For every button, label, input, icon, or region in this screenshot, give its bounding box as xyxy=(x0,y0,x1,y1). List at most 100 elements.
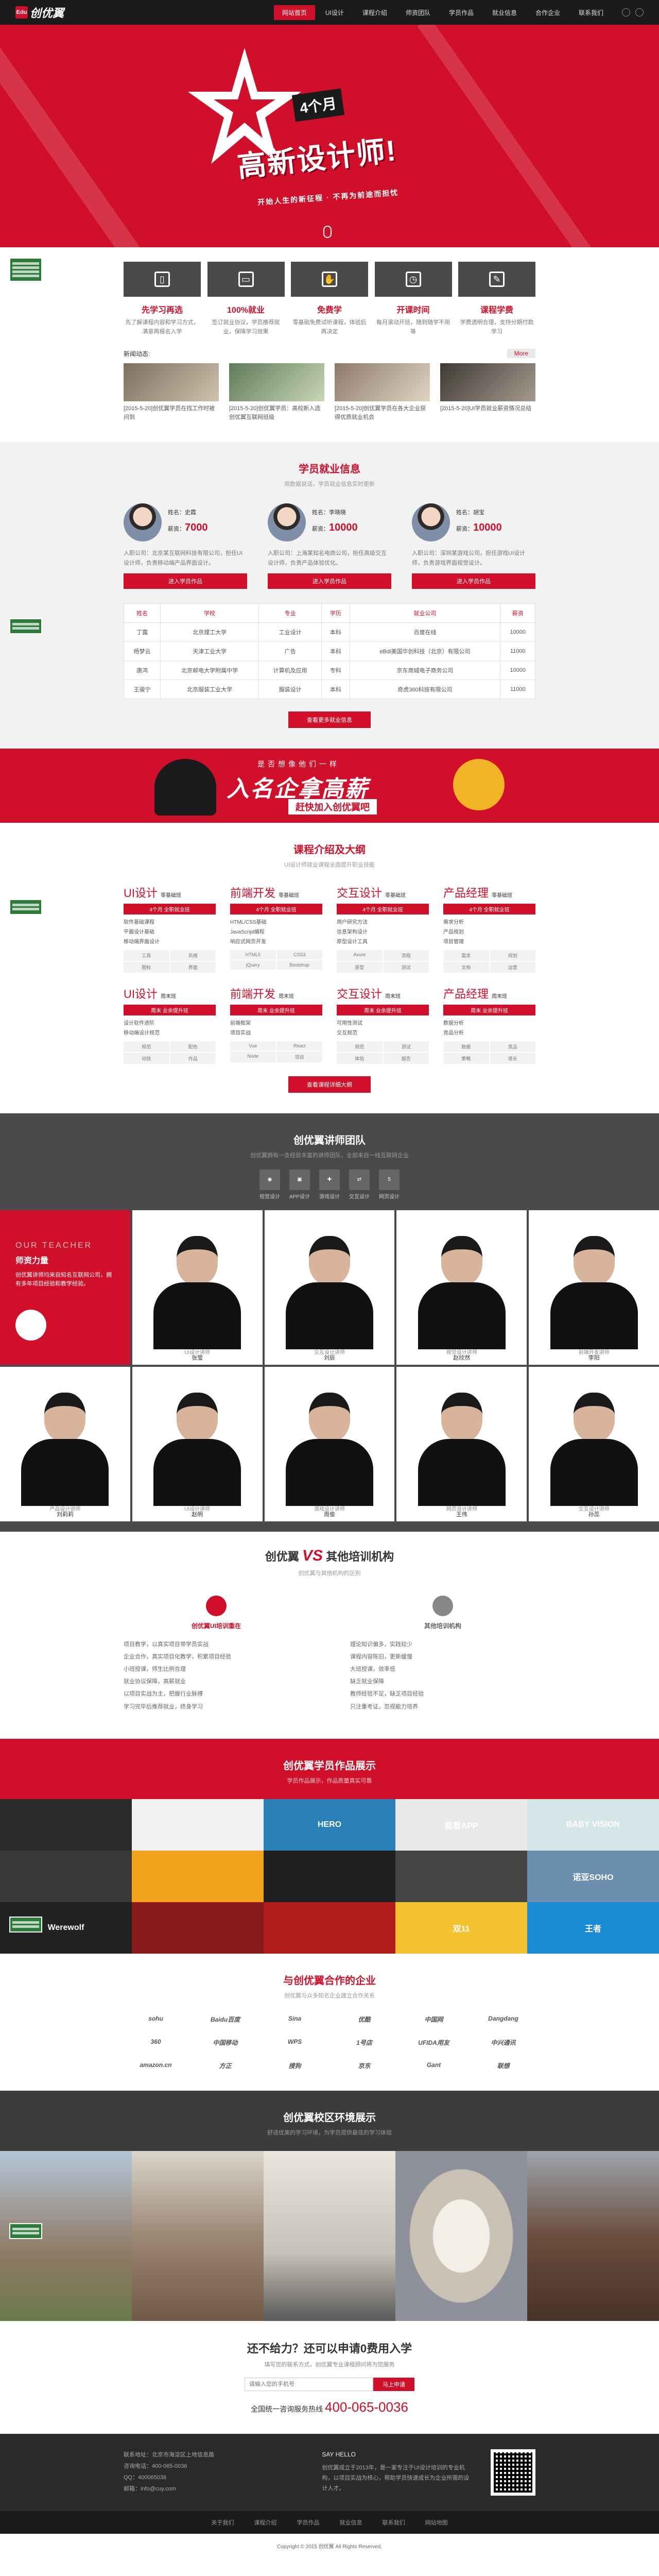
teacher-card[interactable]: 视觉设计讲师 赵欣然 xyxy=(396,1210,527,1365)
partner-logo[interactable]: 京东 xyxy=(332,2061,396,2070)
partner-logo[interactable]: 优酷 xyxy=(332,2015,396,2024)
teacher-card[interactable]: 网页设计讲师 王伟 xyxy=(396,1366,527,1521)
news-item[interactable]: [2015-5-20]创优翼学员：高校新入选创优翼互联网班级 xyxy=(229,363,324,421)
nav-item-partners[interactable]: 合作企业 xyxy=(527,5,568,20)
feature-card[interactable]: ◷ 开课时间 每月滚动开班，随到随学不用等 xyxy=(374,262,452,336)
phone-input[interactable] xyxy=(245,2377,373,2391)
hotline-number[interactable]: 400-065-0036 xyxy=(325,2399,408,2415)
news-more-button[interactable]: More xyxy=(507,349,535,359)
teacher-card[interactable]: 产品设计讲师 刘莉莉 xyxy=(0,1366,130,1521)
partner-logo[interactable]: Sina xyxy=(263,2015,327,2024)
nav-item-ui[interactable]: UI设计 xyxy=(317,5,352,20)
partner-logo[interactable]: UFIDA用友 xyxy=(402,2038,466,2047)
campus-photo[interactable] xyxy=(395,2150,527,2321)
wechat-icon[interactable] xyxy=(635,8,644,16)
footer-link[interactable]: 就业信息 xyxy=(340,2520,362,2526)
work-thumbnail[interactable] xyxy=(0,1799,132,1851)
work-thumbnail[interactable] xyxy=(132,1799,264,1851)
work-thumbnail[interactable] xyxy=(132,1902,264,1954)
footer-link[interactable]: 网站地图 xyxy=(425,2520,448,2526)
footer-link[interactable]: 学员作品 xyxy=(297,2520,319,2526)
nav-item-contact[interactable]: 联系我们 xyxy=(570,5,612,20)
work-thumbnail[interactable]: HERO xyxy=(264,1799,395,1851)
work-thumbnail[interactable] xyxy=(0,1850,132,1902)
course-card[interactable]: 产品经理 零基础班 4个月 全职就业班 需求分析 产品规划 项目管理 需求 规划 文档 运营 xyxy=(443,884,535,973)
nav-item-works[interactable]: 学员作品 xyxy=(441,5,482,20)
work-thumbnail[interactable]: 诺亚SOHO xyxy=(527,1850,659,1902)
side-consult-widget[interactable] xyxy=(9,899,42,915)
feature-card[interactable]: ✋ 免费学 零基础免费试听课程，体验后再决定 xyxy=(291,262,368,336)
course-card[interactable]: 交互设计 零基础班 4个月 全职就业班 用户研究方法 信息架构设计 原型设计工具 Axure… xyxy=(337,884,429,973)
footer-link[interactable]: 联系我们 xyxy=(383,2520,405,2526)
scroll-down-icon[interactable] xyxy=(323,226,332,238)
teacher-card[interactable]: 交互设计讲师 孙蕊 xyxy=(529,1366,659,1521)
footer-link[interactable]: 关于我们 xyxy=(211,2520,234,2526)
feature-card[interactable]: ✎ 课程学费 学费透明合理，支持分期付款学习 xyxy=(458,262,535,336)
nav-item-teachers[interactable]: 师资团队 xyxy=(397,5,439,20)
more-jobs-button[interactable]: 查看更多就业信息 xyxy=(288,711,371,728)
partner-logo[interactable]: 1号店 xyxy=(332,2038,396,2047)
partner-logo[interactable]: 联想 xyxy=(471,2061,535,2070)
campus-photo[interactable] xyxy=(264,2150,395,2321)
partner-logo[interactable]: 搜狗 xyxy=(263,2061,327,2070)
teacher-card[interactable]: UI设计讲师 张莹 xyxy=(132,1210,263,1365)
news-item[interactable]: [2015-5-20]创优翼学员在找工作时被问到 xyxy=(124,363,219,421)
course-card[interactable]: 产品经理 周末班 周末 业余提升班 数据分析 竞品分析 数据 竞品 策略 增长 xyxy=(443,985,535,1064)
course-card[interactable]: UI设计 周末班 周末 业余提升班 设计软件进阶 移动端设计规范 规范 配色 动效 作品 xyxy=(124,985,216,1064)
footer-link[interactable]: 课程介绍 xyxy=(254,2520,276,2526)
partner-logo[interactable]: sohu xyxy=(124,2015,188,2024)
student-works-button[interactable]: 进入学员作品 xyxy=(268,573,391,589)
weibo-icon[interactable] xyxy=(622,8,630,16)
partner-logo[interactable]: 360 xyxy=(124,2038,188,2047)
work-thumbnail[interactable] xyxy=(395,1850,527,1902)
skill-item[interactable]: ▣ APP设计 xyxy=(289,1169,310,1200)
teacher-card[interactable]: UI设计讲师 赵明 xyxy=(132,1366,263,1521)
campus-photo[interactable] xyxy=(527,2150,659,2321)
side-consult-widget[interactable] xyxy=(9,618,42,634)
skill-item[interactable]: ✚ 游戏设计 xyxy=(319,1169,340,1200)
teacher-card[interactable]: 游戏设计讲师 周俊 xyxy=(264,1366,395,1521)
partner-logo[interactable]: 中兴通讯 xyxy=(471,2038,535,2047)
work-thumbnail[interactable] xyxy=(132,1850,264,1902)
apply-button[interactable]: 马上申请 xyxy=(373,2377,414,2391)
nav-item-home[interactable]: 网站首页 xyxy=(273,5,315,20)
skill-item[interactable]: 5 网页设计 xyxy=(379,1169,400,1200)
campus-photo[interactable] xyxy=(132,2150,264,2321)
feature-card[interactable]: ▭ 100%就业 签订就业协议，学员推荐就业，保障学习效果 xyxy=(207,262,285,336)
nav-item-courses[interactable]: 课程介绍 xyxy=(354,5,395,20)
work-thumbnail[interactable] xyxy=(264,1850,395,1902)
work-thumbnail[interactable]: 王者 xyxy=(527,1902,659,1954)
partner-logo[interactable]: amazon.cn xyxy=(124,2061,188,2070)
side-consult-widget[interactable] xyxy=(9,2223,42,2239)
news-item[interactable]: [2015-5-20]创优翼学员在各大企业获得优质就业机会 xyxy=(335,363,430,421)
skill-item[interactable]: ◉ 视觉设计 xyxy=(259,1169,280,1200)
partner-logo[interactable]: 中国移动 xyxy=(193,2038,257,2047)
partner-logo[interactable]: Gant xyxy=(402,2061,466,2070)
logo[interactable]: Edu 创优翼 xyxy=(15,4,134,21)
course-outline-button[interactable]: 查看课程详细大纲 xyxy=(288,1076,371,1093)
student-works-button[interactable]: 进入学员作品 xyxy=(124,573,247,589)
partner-logo[interactable]: 方正 xyxy=(193,2061,257,2070)
course-card[interactable]: 前端开发 零基础班 4个月 全职就业班 HTML/CSS基础 JavaScript编程响… xyxy=(230,884,322,973)
news-item[interactable]: [2015-5-20]UI学员就业薪资情况总结 xyxy=(440,363,535,421)
nav-item-jobs[interactable]: 就业信息 xyxy=(484,5,525,20)
teacher-card[interactable]: 前端开发讲师 李阳 xyxy=(529,1210,659,1365)
side-consult-widget[interactable] xyxy=(9,258,42,282)
work-thumbnail[interactable]: 双11 xyxy=(395,1902,527,1954)
student-works-button[interactable]: 进入学员作品 xyxy=(412,573,535,589)
partner-logo[interactable]: Dangdang xyxy=(471,2015,535,2024)
work-thumbnail[interactable]: BABY VISION xyxy=(527,1799,659,1851)
work-thumbnail[interactable]: 能看APP xyxy=(395,1799,527,1851)
skill-item[interactable]: ⇄ 交互设计 xyxy=(349,1169,370,1200)
work-thumbnail[interactable] xyxy=(264,1902,395,1954)
course-card[interactable]: 前端开发 周末班 周末 业余提升班 前端框架 项目实战 Vue React Node 项目 xyxy=(230,985,322,1064)
course-card[interactable]: 交互设计 周末班 周末 业余提升班 可用性测试 交互规范 规范 测试 体验 报告 xyxy=(337,985,429,1064)
partner-logo[interactable]: WPS xyxy=(263,2038,327,2047)
feature-card[interactable]: ▯ 先学习再选 先了解课程内容和学习方式，满意再报名入学 xyxy=(124,262,201,336)
partner-logo[interactable]: Baidu百度 xyxy=(193,2015,257,2024)
partner-logo[interactable]: 中国网 xyxy=(402,2015,466,2024)
side-consult-widget[interactable] xyxy=(9,1917,42,1933)
teacher-photo xyxy=(153,1235,241,1349)
course-card[interactable]: UI设计 零基础班 4个月 全职就业班 软件基础课程 平面设计基础 移动端界面设计 工具 风格… xyxy=(124,884,216,973)
teacher-card[interactable]: 交互设计讲师 刘辰 xyxy=(264,1210,395,1365)
